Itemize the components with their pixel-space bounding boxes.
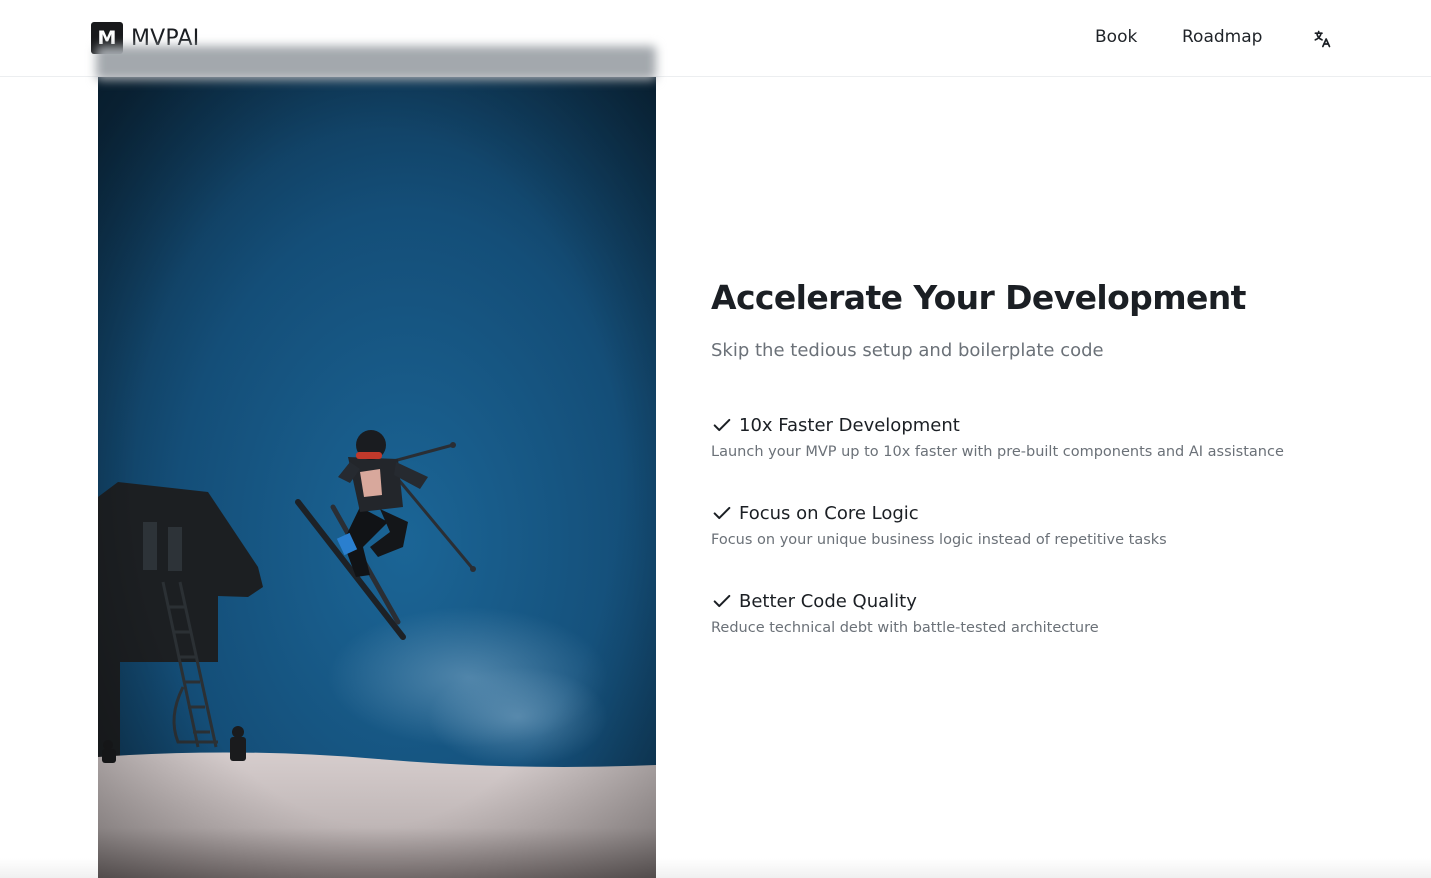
feature-description: Focus on your unique business logic inst… bbox=[711, 532, 1167, 548]
check-icon bbox=[713, 506, 731, 520]
feature-item: 10x Faster Development Launch your MVP u… bbox=[711, 414, 1411, 461]
feature-description: Launch your MVP up to 10x faster with pr… bbox=[711, 444, 1284, 460]
translate-icon bbox=[1314, 30, 1331, 48]
check-icon bbox=[713, 594, 731, 608]
check-icon bbox=[713, 418, 731, 432]
nav-roadmap-link[interactable]: Roadmap bbox=[1182, 27, 1262, 47]
skier-jump-photo bbox=[98, 77, 656, 878]
feature-title: 10x Faster Development bbox=[739, 414, 960, 436]
feature-title-row: Better Code Quality bbox=[711, 590, 1411, 612]
page: M MVPAI Book Roadmap Accelerate Your Dev… bbox=[0, 0, 1431, 878]
feature-title-row: 10x Faster Development bbox=[711, 414, 1411, 436]
feature-item: Focus on Core Logic Focus on your unique… bbox=[711, 502, 1411, 549]
feature-description: Reduce technical debt with battle-tested… bbox=[711, 620, 1099, 636]
image-top-shadow bbox=[96, 46, 656, 80]
subheadline: Skip the tedious setup and boilerplate c… bbox=[711, 340, 1104, 361]
hero-image bbox=[98, 77, 656, 878]
nav-book-link[interactable]: Book bbox=[1095, 27, 1137, 47]
feature-title: Better Code Quality bbox=[739, 590, 917, 612]
feature-item: Better Code Quality Reduce technical deb… bbox=[711, 590, 1411, 637]
language-button[interactable] bbox=[1312, 29, 1332, 49]
feature-title: Focus on Core Logic bbox=[739, 502, 919, 524]
feature-title-row: Focus on Core Logic bbox=[711, 502, 1411, 524]
headline: Accelerate Your Development bbox=[711, 278, 1246, 317]
